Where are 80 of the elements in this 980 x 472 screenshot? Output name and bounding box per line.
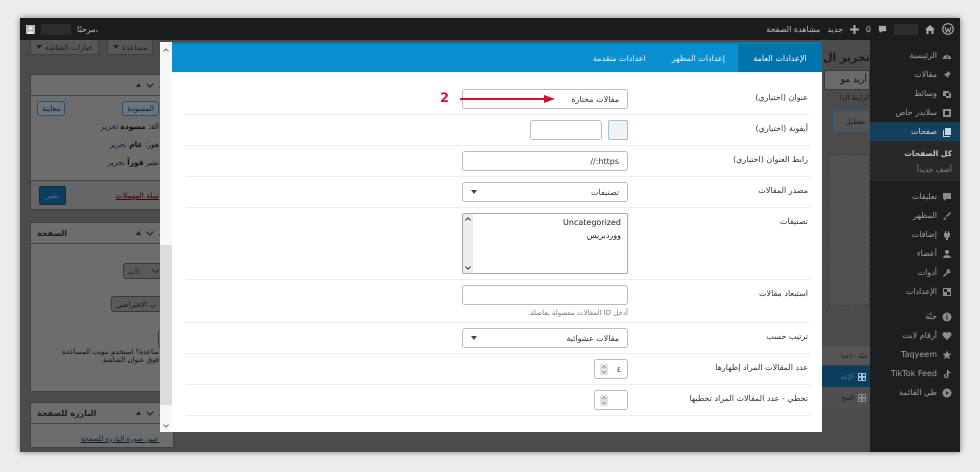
field-label: أيقونة (اختياري)	[754, 122, 809, 135]
triangle-icon[interactable]	[136, 231, 141, 235]
text-field[interactable]	[462, 285, 628, 305]
settings-icon	[942, 286, 952, 296]
menu-item[interactable]: طي القائمة	[870, 383, 960, 402]
field-label: استبعاد مقالات	[758, 288, 809, 300]
list-option[interactable]: Uncategorized	[479, 217, 621, 230]
field-label: عدد المقالات المراد إظهارها	[714, 362, 809, 374]
spinner-icon[interactable]	[600, 394, 608, 406]
menu-item[interactable]: سلايدر خاص	[870, 103, 960, 122]
grid-icon	[858, 372, 866, 380]
menu-item[interactable]: الرئيسية	[870, 46, 960, 65]
list-option[interactable]: ووردبريس	[479, 230, 621, 243]
plug-icon	[942, 230, 952, 240]
caret-icon	[471, 190, 477, 194]
caret-icon	[113, 45, 119, 49]
number-field[interactable]: ٤	[594, 359, 628, 379]
menu-item[interactable]: Taqyeem	[870, 345, 960, 364]
menu-item[interactable]: أدوات	[870, 263, 960, 282]
panel-title: الصفحة	[37, 228, 68, 238]
field-label: تخطي - عدد المقالات المراد تخطيها	[688, 393, 809, 405]
plus-icon[interactable]	[850, 24, 859, 34]
spinner-icon[interactable]	[600, 364, 608, 374]
text-field[interactable]	[530, 120, 602, 140]
panel-title: البارزة للصفحة	[37, 408, 98, 418]
pushpin-icon	[942, 70, 952, 80]
tab[interactable]: اعدادات متقدمة	[580, 44, 659, 72]
field-label: رابط العنوان (اختياري)	[732, 154, 809, 166]
avatar-icon[interactable]	[26, 24, 35, 34]
menu-item[interactable]: جنّة	[870, 307, 960, 326]
grid-icon	[858, 394, 866, 402]
info-icon	[942, 312, 952, 322]
user-icon	[942, 248, 952, 258]
logo-icon[interactable]	[942, 23, 954, 35]
select-field[interactable]: مقالات عشوائية	[462, 328, 628, 348]
view-page-link[interactable]: مشاهدة الصفحة	[766, 24, 820, 34]
text-field[interactable]: مقالات مختارة	[462, 89, 628, 109]
music-note-icon	[942, 368, 952, 378]
menu-item[interactable]: أعضاء	[870, 244, 960, 263]
star-icon	[942, 350, 952, 360]
speech-bubble-icon	[942, 192, 952, 202]
caret-icon	[471, 336, 477, 340]
media-icon	[942, 88, 952, 98]
speech-bubble-icon[interactable]	[878, 24, 887, 34]
menu-item[interactable]: تعليقات	[870, 187, 960, 206]
annotation-number: 2	[440, 90, 450, 108]
select-field[interactable]: تصنيفات	[462, 182, 628, 202]
menu-item[interactable]: أرقام لايت	[870, 326, 960, 345]
chevron-down-icon[interactable]	[465, 266, 471, 270]
menu-item[interactable]: المظهر	[870, 206, 960, 225]
menu-item[interactable]: مقالات	[870, 65, 960, 84]
comment-count[interactable]: 0	[866, 24, 871, 34]
chevron-down-icon[interactable]	[163, 424, 169, 428]
brush-icon	[942, 210, 952, 220]
menu-item[interactable]: صفحات	[870, 122, 960, 141]
triangle-icon[interactable]	[136, 411, 141, 415]
pages-icon	[942, 126, 952, 136]
scrollbar[interactable]	[160, 42, 172, 432]
wrench-icon	[942, 268, 952, 278]
title-field[interactable]: أريد مو	[824, 70, 870, 90]
menu-item[interactable]: TikTok Feed	[870, 364, 960, 383]
field-label: تصنيفات	[778, 216, 809, 228]
triangle-icon[interactable]	[136, 83, 141, 87]
number-field[interactable]	[594, 390, 628, 410]
chevron-down-icon	[152, 268, 160, 274]
field-label: مصدر المقالات	[757, 185, 809, 197]
home-icon[interactable]	[925, 24, 935, 34]
field-label: عنوان (اختياري)	[754, 92, 809, 104]
field-label: ترتيب حسب	[765, 331, 809, 343]
text-field[interactable]: https://	[462, 151, 628, 171]
caret-icon	[36, 45, 42, 49]
heart-icon	[942, 330, 952, 340]
play-icon	[942, 388, 952, 398]
slides-icon	[942, 108, 952, 118]
menu-item[interactable]: وسائط	[870, 84, 960, 103]
new-menu[interactable]: جديد	[827, 24, 843, 34]
menu-item[interactable]: إضافات	[870, 225, 960, 244]
tab[interactable]: الإعدادات العامة	[738, 44, 822, 72]
menu-item[interactable]: الإعدادات	[870, 282, 960, 301]
greeting-text[interactable]: مرحبًا،	[77, 24, 98, 34]
